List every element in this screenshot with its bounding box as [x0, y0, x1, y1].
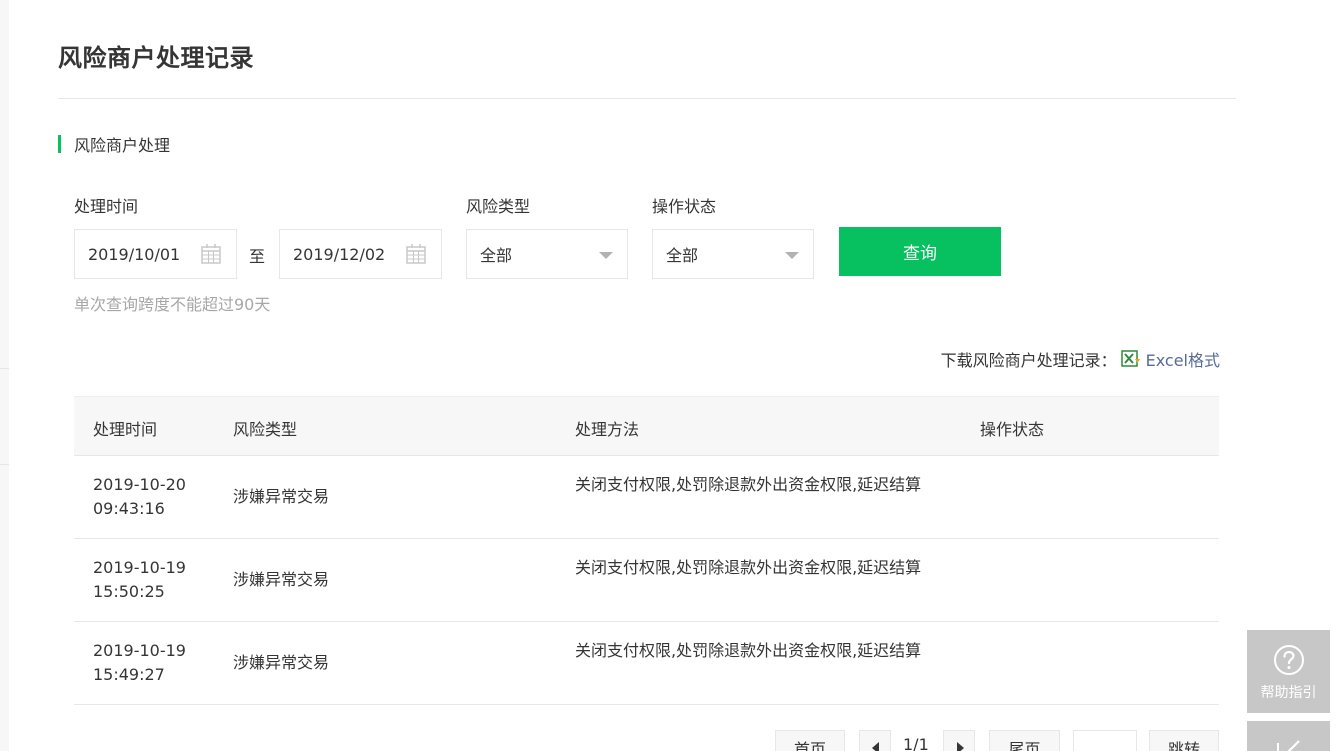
cell-method: 关闭支付权限,处罚除退款外出资金权限,延迟结算	[575, 558, 922, 577]
risk-type-value: 全部	[480, 246, 513, 265]
section-accent-bar	[58, 135, 61, 153]
query-span-hint: 单次查询跨度不能超过90天	[74, 295, 271, 314]
help-guide-label: 帮助指引	[1260, 685, 1317, 701]
page-jump-input[interactable]	[1073, 730, 1137, 751]
records-table: 处理时间 风险类型 处理方法 操作状态 2019-10-20 09:43:16 …	[74, 396, 1219, 705]
feedback-button[interactable]	[1247, 721, 1330, 751]
last-page-button[interactable]: 尾页	[989, 730, 1060, 751]
download-label: 下载风险商户处理记录：	[940, 351, 1117, 370]
table-row: 2019-10-19 15:49:27 涉嫌异常交易 关闭支付权限,处罚除退款外…	[74, 622, 1219, 705]
cell-time-clock: 09:43:16	[93, 499, 165, 518]
help-guide-button[interactable]: 帮助指引	[1247, 630, 1330, 713]
column-header-risk-type: 风险类型	[233, 420, 298, 439]
chevron-down-icon	[785, 252, 799, 259]
table-header: 处理时间 风险类型 处理方法 操作状态	[74, 396, 1219, 456]
end-date-field[interactable]: 2019/12/02	[279, 229, 442, 279]
time-label: 处理时间	[74, 197, 139, 216]
left-sidebar-strip	[0, 0, 9, 751]
sidebar-divider	[0, 464, 9, 465]
sidebar-divider	[0, 368, 9, 369]
cell-time-date: 2019-10-19	[93, 558, 186, 577]
cell-time: 2019-10-19 15:50:25	[93, 556, 203, 604]
cell-time-clock: 15:49:27	[93, 665, 165, 684]
prev-page-button[interactable]	[859, 730, 891, 751]
cell-time: 2019-10-19 15:49:27	[93, 639, 203, 687]
column-header-time: 处理时间	[93, 420, 158, 439]
pagination: 首页 1/1 尾页 跳转	[0, 730, 1340, 751]
cell-time-clock: 15:50:25	[93, 582, 165, 601]
start-date-field[interactable]: 2019/10/01	[74, 229, 237, 279]
cell-time-date: 2019-10-19	[93, 641, 186, 660]
chevron-down-icon	[599, 252, 613, 259]
jump-button[interactable]: 跳转	[1149, 730, 1219, 751]
cell-risk-type: 涉嫌异常交易	[233, 570, 330, 589]
risk-type-label: 风险类型	[466, 197, 531, 216]
first-page-button[interactable]: 首页	[775, 730, 845, 751]
table-row: 2019-10-19 15:50:25 涉嫌异常交易 关闭支付权限,处罚除退款外…	[74, 539, 1219, 622]
status-select[interactable]: 全部	[652, 229, 814, 279]
date-range-separator: 至	[249, 247, 266, 266]
cell-risk-type: 涉嫌异常交易	[233, 487, 330, 506]
excel-download-link[interactable]: Excel格式	[1146, 347, 1220, 371]
query-button[interactable]: 查询	[839, 227, 1001, 276]
status-label: 操作状态	[652, 197, 717, 216]
section-title: 风险商户处理	[74, 136, 171, 155]
download-bar: 下载风险商户处理记录： Excel格式	[941, 347, 1220, 371]
edit-icon	[1277, 740, 1300, 751]
page-indicator: 1/1	[903, 735, 929, 751]
cell-time-date: 2019-10-20	[93, 475, 186, 494]
table-row: 2019-10-20 09:43:16 涉嫌异常交易 关闭支付权限,处罚除退款外…	[74, 456, 1219, 539]
calendar-icon[interactable]	[406, 244, 426, 264]
next-page-button[interactable]	[943, 730, 975, 751]
chevron-right-icon	[957, 742, 964, 751]
start-date-value: 2019/10/01	[88, 244, 181, 264]
end-date-value: 2019/12/02	[293, 244, 386, 264]
column-header-method: 处理方法	[575, 420, 640, 439]
calendar-icon[interactable]	[201, 244, 221, 264]
status-value: 全部	[666, 246, 699, 265]
section-header: 风险商户处理	[58, 134, 171, 155]
cell-time: 2019-10-20 09:43:16	[93, 473, 203, 521]
question-icon	[1273, 645, 1304, 675]
chevron-left-icon	[872, 742, 879, 751]
excel-icon[interactable]	[1120, 350, 1141, 368]
title-divider	[58, 98, 1236, 99]
risk-type-select[interactable]: 全部	[466, 229, 628, 279]
page-title: 风险商户处理记录	[58, 44, 254, 72]
cell-risk-type: 涉嫌异常交易	[233, 653, 330, 672]
cell-method: 关闭支付权限,处罚除退款外出资金权限,延迟结算	[575, 475, 922, 494]
cell-method: 关闭支付权限,处罚除退款外出资金权限,延迟结算	[575, 641, 922, 660]
column-header-status: 操作状态	[980, 420, 1045, 439]
